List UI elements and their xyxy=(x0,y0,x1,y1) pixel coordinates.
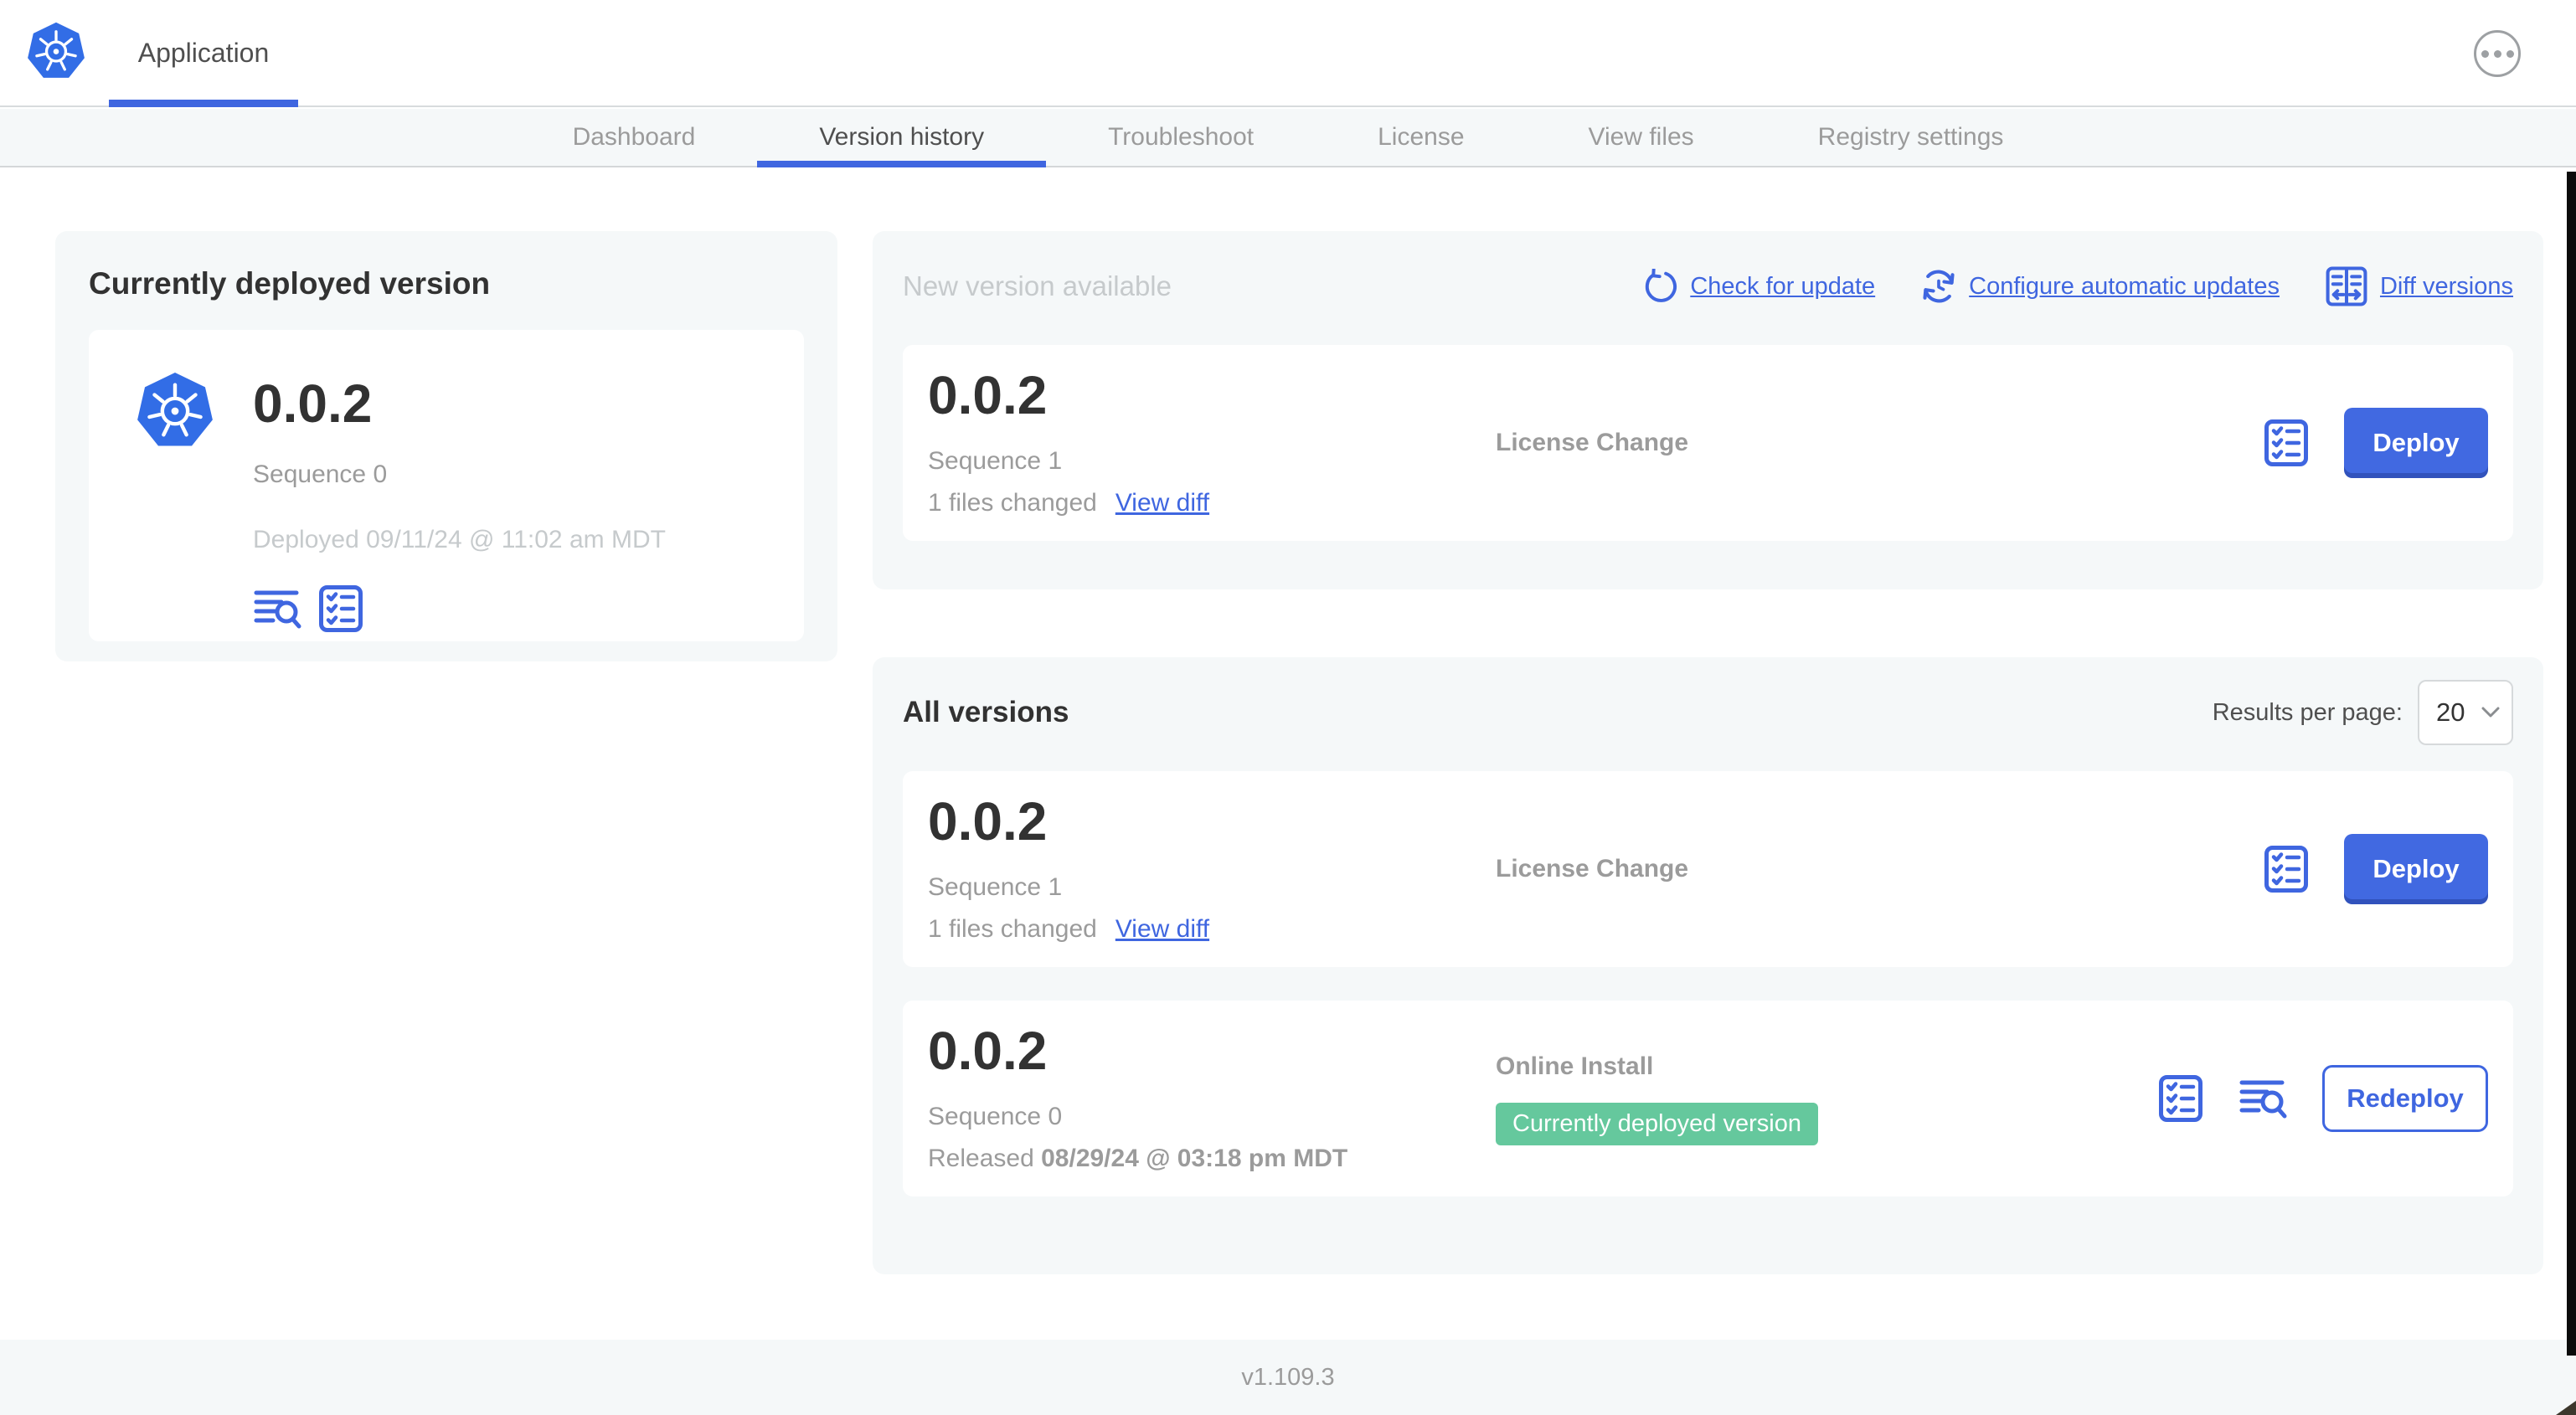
released-timestamp: Released 08/29/24 @ 03:18 pm MDT xyxy=(928,1145,1496,1173)
all-versions-title: All versions xyxy=(903,696,1069,728)
version-info: 0.0.2 Sequence 1 1 files changed View di… xyxy=(928,795,1496,944)
deploy-button[interactable]: Deploy xyxy=(2344,834,2488,904)
refresh-icon xyxy=(1646,269,1677,302)
row-actions: Deploy xyxy=(2264,834,2488,904)
tab-version-history-label: Version history xyxy=(819,123,985,151)
check-for-update-link[interactable]: Check for update xyxy=(1643,269,1875,304)
version-row: 0.0.2 Sequence 1 1 files changed View di… xyxy=(903,771,2513,967)
tab-registry-settings-label: Registry settings xyxy=(1817,123,2004,151)
tab-troubleshoot[interactable]: Troubleshoot xyxy=(1046,109,1316,166)
deployed-actions xyxy=(253,584,666,633)
version-info: 0.0.2 Sequence 1 1 files changed View di… xyxy=(928,368,1496,517)
new-version-header: New version available Check for update C… xyxy=(903,261,2513,311)
release-type: License Change xyxy=(1496,855,1689,882)
version-row: 0.0.2 Sequence 0 Released 08/29/24 @ 03:… xyxy=(903,1001,2513,1196)
version-number: 0.0.2 xyxy=(928,791,1048,852)
currently-deployed-panel: Currently deployed version 0.0.2 Sequenc… xyxy=(55,231,837,661)
update-actions: Check for update Configure automatic upd… xyxy=(1643,265,2513,308)
release-status: Online Install Currently deployed versio… xyxy=(1496,1052,2158,1145)
chevron-down-icon xyxy=(2481,707,2500,718)
preflight-checks-button[interactable] xyxy=(318,584,363,633)
release-type: License Change xyxy=(1496,429,1689,456)
currently-deployed-meta: 0.0.2 Sequence 0 Deployed 09/11/24 @ 11:… xyxy=(253,367,666,632)
currently-deployed-card: 0.0.2 Sequence 0 Deployed 09/11/24 @ 11:… xyxy=(89,330,804,641)
new-version-title: New version available xyxy=(903,270,1172,301)
view-diff-link[interactable]: View diff xyxy=(1115,489,1209,517)
tab-troubleshoot-label: Troubleshoot xyxy=(1108,123,1255,151)
diff-versions-link[interactable]: Diff versions xyxy=(2325,265,2513,308)
currently-deployed-title: Currently deployed version xyxy=(89,266,491,301)
tab-view-files-label: View files xyxy=(1588,123,1694,151)
version-logs-icon xyxy=(2239,1080,2287,1119)
all-versions-header: All versions Results per page: 20 xyxy=(903,680,2513,745)
redeploy-button[interactable]: Redeploy xyxy=(2322,1065,2488,1132)
tab-license-label: License xyxy=(1378,123,1465,151)
deploy-button[interactable]: Deploy xyxy=(2344,408,2488,478)
configure-automatic-updates-link[interactable]: Configure automatic updates xyxy=(1920,268,2280,305)
app-tab-label: Application xyxy=(137,37,270,68)
results-per-page-select[interactable]: 20 xyxy=(2418,680,2513,745)
tab-dashboard[interactable]: Dashboard xyxy=(511,109,758,166)
scheduled-refresh-icon xyxy=(1923,270,1955,303)
results-per-page: Results per page: 20 xyxy=(2213,680,2513,745)
app-header: Application xyxy=(0,0,2576,107)
version-logs-button[interactable] xyxy=(2239,1075,2287,1122)
version-number: 0.0.2 xyxy=(928,1021,1048,1081)
preflight-checks-button[interactable] xyxy=(2264,845,2309,893)
deployed-version-number: 0.0.2 xyxy=(253,373,373,434)
version-sequence: Sequence 0 xyxy=(928,1103,1063,1130)
view-diff-link[interactable]: View diff xyxy=(1115,915,1209,944)
results-per-page-label: Results per page: xyxy=(2212,698,2403,726)
deployed-timestamp: Deployed 09/11/24 @ 11:02 am MDT xyxy=(253,526,666,553)
version-info: 0.0.2 Sequence 0 Released 08/29/24 @ 03:… xyxy=(928,1024,1496,1173)
preflight-checklist-icon xyxy=(319,585,363,632)
tab-registry-settings[interactable]: Registry settings xyxy=(1756,109,2066,166)
release-type: Online Install xyxy=(1496,1052,1654,1080)
cursor-artifact xyxy=(2556,1401,2576,1415)
app-tab-application[interactable]: Application xyxy=(109,0,298,105)
released-label: Released xyxy=(928,1145,1034,1172)
deployed-sequence: Sequence 0 xyxy=(253,461,388,488)
released-date: 08/29/24 @ 03:18 pm MDT xyxy=(1041,1145,1348,1172)
app-footer: v1.109.3 xyxy=(0,1340,2576,1415)
files-changed: 1 files changed xyxy=(928,915,1097,943)
kubernetes-logo xyxy=(134,370,216,455)
tab-license[interactable]: License xyxy=(1316,109,1526,166)
kubernetes-logo xyxy=(25,20,87,85)
console-version: v1.109.3 xyxy=(1241,1363,1335,1391)
preflight-checks-button[interactable] xyxy=(2158,1074,2203,1123)
tab-view-files[interactable]: View files xyxy=(1527,109,1756,166)
version-sequence: Sequence 1 xyxy=(928,447,1063,475)
app-tab-active-underline xyxy=(109,100,298,107)
new-version-panel: New version available Check for update C… xyxy=(873,231,2543,589)
more-menu-button[interactable] xyxy=(2474,30,2521,77)
version-number: 0.0.2 xyxy=(928,365,1048,425)
version-logs-button[interactable] xyxy=(253,585,301,632)
all-versions-panel: All versions Results per page: 20 0.0.2 … xyxy=(873,657,2543,1274)
tab-version-history[interactable]: Version history xyxy=(757,109,1046,167)
files-changed: 1 files changed xyxy=(928,489,1097,517)
check-for-update-label: Check for update xyxy=(1690,272,1876,300)
ellipsis-icon xyxy=(2481,49,2514,58)
app-subnav: Dashboard Version history Troubleshoot L… xyxy=(0,109,2576,167)
version-logs-icon xyxy=(254,590,301,629)
tab-dashboard-label: Dashboard xyxy=(572,123,696,151)
preflight-checklist-icon xyxy=(2264,419,2308,466)
preflight-checks-button[interactable] xyxy=(2264,419,2309,467)
preflight-checklist-icon xyxy=(2159,1075,2202,1122)
new-version-row: 0.0.2 Sequence 1 1 files changed View di… xyxy=(903,345,2513,541)
configure-automatic-updates-label: Configure automatic updates xyxy=(1969,272,2280,300)
preflight-checklist-icon xyxy=(2264,846,2308,893)
diff-versions-label: Diff versions xyxy=(2379,272,2513,300)
currently-deployed-badge: Currently deployed version xyxy=(1496,1102,1818,1145)
row-actions: Deploy xyxy=(2264,408,2488,478)
results-per-page-value: 20 xyxy=(2436,697,2465,727)
row-actions: Redeploy xyxy=(2158,1065,2488,1132)
diff-versions-icon xyxy=(2326,266,2367,306)
version-sequence: Sequence 1 xyxy=(928,873,1063,901)
right-edge-artifact xyxy=(2567,172,2576,1356)
